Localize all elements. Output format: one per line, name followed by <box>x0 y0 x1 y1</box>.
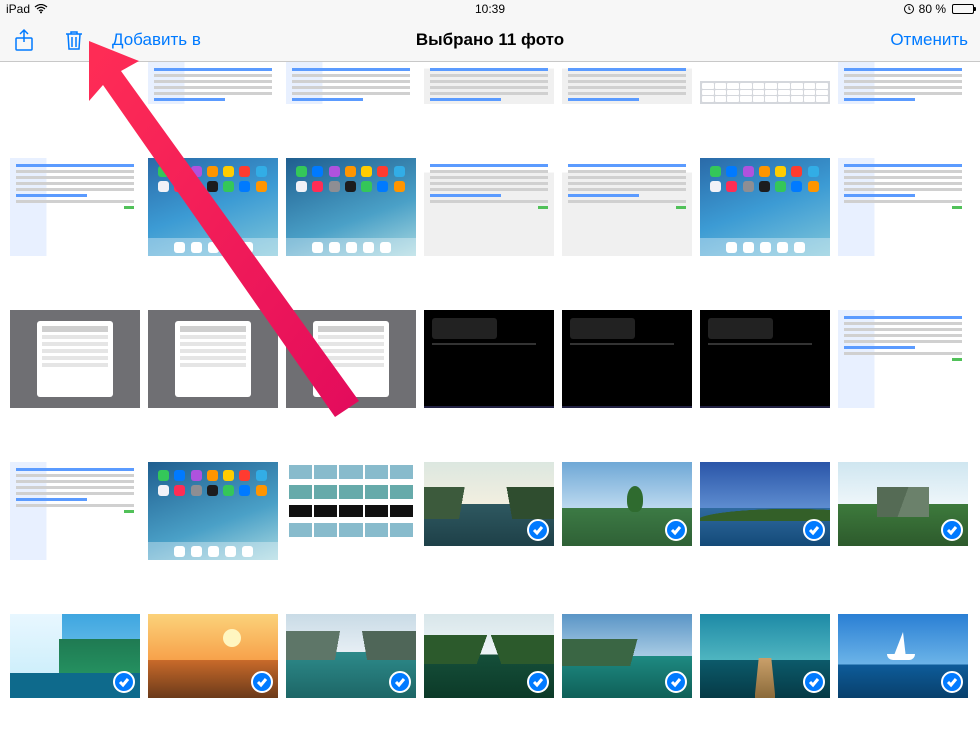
photo-thumbnail[interactable] <box>148 62 278 104</box>
photo-grid <box>0 62 980 735</box>
photo-thumbnail[interactable] <box>286 310 416 408</box>
photo-thumbnail[interactable] <box>700 310 830 408</box>
photo-thumbnail[interactable] <box>838 158 968 256</box>
selection-check-icon <box>251 671 273 693</box>
photo-thumbnail[interactable] <box>838 462 968 546</box>
status-time: 10:39 <box>475 2 505 16</box>
rotation-lock-icon <box>903 3 915 15</box>
photo-thumbnail[interactable] <box>424 62 554 104</box>
photo-thumbnail[interactable] <box>838 62 968 104</box>
share-icon <box>12 28 36 52</box>
selection-check-icon <box>941 519 963 541</box>
toolbar-title: Выбрано 11 фото <box>416 30 564 50</box>
photo-thumbnail[interactable] <box>562 462 692 546</box>
selection-check-icon <box>941 671 963 693</box>
photo-thumbnail[interactable] <box>562 614 692 698</box>
photo-thumbnail[interactable] <box>838 310 968 408</box>
selection-check-icon <box>527 671 549 693</box>
photo-thumbnail[interactable] <box>10 158 140 256</box>
selection-check-icon <box>113 671 135 693</box>
photo-thumbnail[interactable] <box>286 614 416 698</box>
cancel-button[interactable]: Отменить <box>890 30 968 50</box>
photo-thumbnail[interactable] <box>10 462 140 560</box>
selection-check-icon <box>665 519 687 541</box>
selection-check-icon <box>803 519 825 541</box>
selection-check-icon <box>665 671 687 693</box>
battery-percent: 80 % <box>919 2 946 16</box>
photo-thumbnail[interactable] <box>424 310 554 408</box>
photo-thumbnail[interactable] <box>562 158 692 256</box>
photo-thumbnail[interactable] <box>700 462 830 546</box>
status-bar: iPad 10:39 80 % <box>0 0 980 18</box>
selection-check-icon <box>527 519 549 541</box>
photo-thumbnail[interactable] <box>286 158 416 256</box>
add-to-button[interactable]: Добавить в <box>112 30 201 50</box>
photo-thumbnail[interactable] <box>10 310 140 408</box>
photo-thumbnail[interactable] <box>148 614 278 698</box>
photo-thumbnail[interactable] <box>424 158 554 256</box>
selection-check-icon <box>389 671 411 693</box>
photo-thumbnail[interactable] <box>700 62 830 104</box>
trash-icon <box>62 28 86 52</box>
selection-check-icon <box>803 671 825 693</box>
battery-icon <box>950 4 974 14</box>
photo-thumbnail[interactable] <box>838 614 968 698</box>
delete-button[interactable] <box>62 28 86 52</box>
photo-thumbnail[interactable] <box>562 310 692 408</box>
photo-thumbnail[interactable] <box>424 462 554 546</box>
wifi-icon <box>34 4 48 14</box>
photo-thumbnail[interactable] <box>148 310 278 408</box>
selection-toolbar: Добавить в Выбрано 11 фото Отменить <box>0 18 980 62</box>
photo-thumbnail[interactable] <box>424 614 554 698</box>
photo-thumbnail[interactable] <box>700 158 830 256</box>
photo-thumbnail[interactable] <box>286 462 416 560</box>
photo-thumbnail[interactable] <box>10 614 140 698</box>
photo-thumbnail[interactable] <box>148 158 278 256</box>
device-label: iPad <box>6 2 30 16</box>
photo-thumbnail[interactable] <box>700 614 830 698</box>
photo-thumbnail[interactable] <box>562 62 692 104</box>
photo-thumbnail[interactable] <box>286 62 416 104</box>
photo-thumbnail[interactable] <box>148 462 278 560</box>
share-button[interactable] <box>12 28 36 52</box>
